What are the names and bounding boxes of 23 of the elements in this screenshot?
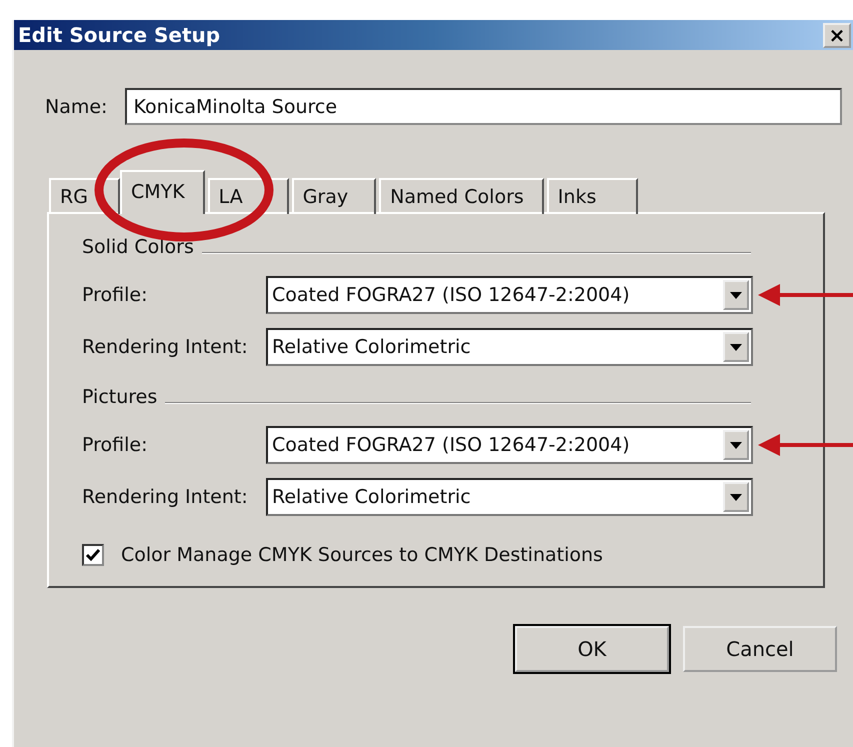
tab[interactable]: CMYK [120,170,205,214]
tab[interactable]: LA [208,178,289,214]
field-label: Profile: [82,434,148,456]
dropdown[interactable]: Relative Colorimetric [266,478,753,516]
checkbox[interactable] [82,544,104,566]
checkbox-label: Color Manage CMYK Sources to CMYK Destinations [121,544,603,566]
field-label: Profile: [82,284,148,306]
dropdown[interactable]: Coated FOGRA27 (ISO 12647-2:2004) [266,426,753,464]
tab[interactable]: Gray [292,178,376,214]
name-field[interactable]: KonicaMinolta Source [125,88,842,125]
dropdown[interactable]: Relative Colorimetric [266,328,753,366]
field-label: Rendering Intent: [82,486,249,508]
group-title: Solid Colors [82,236,194,258]
dialog-button[interactable]: OK [515,626,669,672]
name-label: Name: [45,96,108,118]
field-label: Rendering Intent: [82,336,249,358]
group-title: Pictures [82,386,158,408]
tab[interactable]: Inks [546,178,638,214]
window-title: Edit Source Setup [18,23,220,47]
dropdown[interactable]: Coated FOGRA27 (ISO 12647-2:2004) [266,276,753,314]
dialog-button[interactable]: Cancel [683,626,837,672]
close-button[interactable]: × [823,22,851,48]
tab[interactable]: Named Colors [379,178,544,214]
